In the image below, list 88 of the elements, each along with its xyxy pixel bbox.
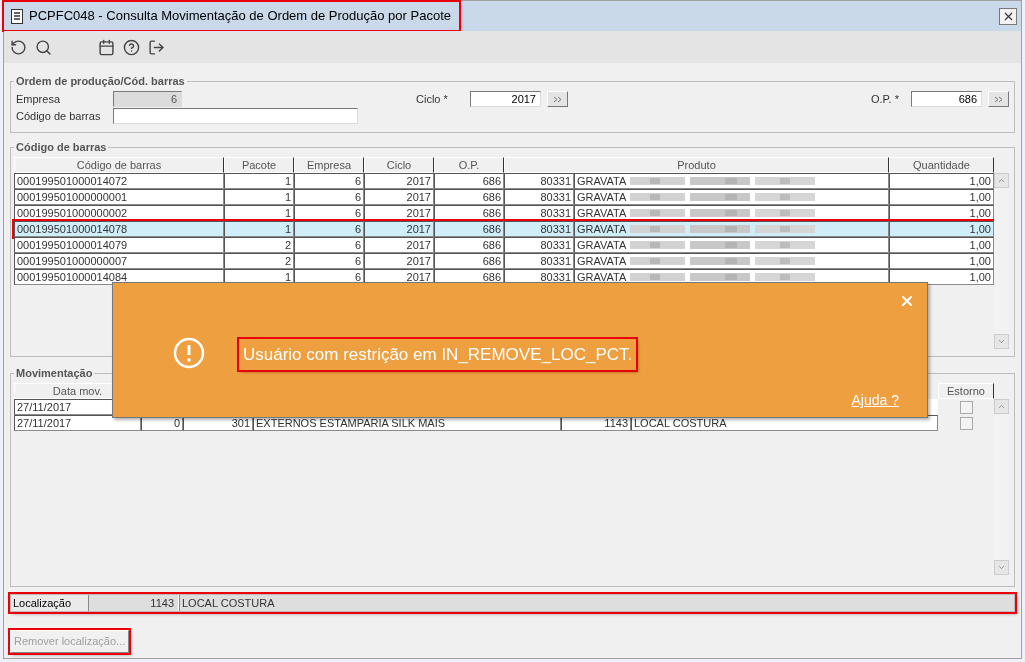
table-cell: 686	[434, 237, 504, 253]
table-cell: 000199501000014079	[14, 237, 224, 253]
table-cell: 2017	[364, 253, 434, 269]
scroll-up-icon	[997, 402, 1006, 411]
column-header[interactable]: Pacote	[224, 157, 294, 173]
help-icon[interactable]	[123, 38, 140, 56]
table-cell: 1,00	[889, 237, 994, 253]
table-cell: 1	[224, 173, 294, 189]
double-arrow-icon	[553, 95, 562, 103]
op-field[interactable]: 686	[911, 91, 982, 107]
checkbox[interactable]	[959, 400, 973, 414]
table-cell: 6	[294, 253, 364, 269]
close-button[interactable]	[999, 7, 1017, 25]
group-title: Movimentação	[14, 366, 95, 380]
table-cell: 1,00	[889, 221, 994, 237]
table-cell: 2	[224, 237, 294, 253]
document-icon	[11, 8, 23, 24]
table-cell: 1	[224, 221, 294, 237]
table-cell: 000199501000014072	[14, 173, 224, 189]
table-row[interactable]: 000199501000014079 2 6 2017 686 80331 GRAVATA 1,00	[14, 237, 994, 253]
calendar-icon[interactable]	[98, 38, 115, 56]
table-row[interactable]: 000199501000014084 1 6 2017 686 80331 GRAVATA 1,00	[14, 269, 994, 285]
column-header[interactable]: Ciclo	[364, 157, 434, 173]
undo-icon[interactable]	[10, 38, 27, 56]
table-cell: 686	[434, 221, 504, 237]
location-code: 1143	[89, 595, 179, 611]
table-cell: 1,00	[889, 253, 994, 269]
table-cell: 80331	[504, 189, 574, 205]
exit-icon[interactable]	[148, 38, 165, 56]
field-label: O.P. *	[871, 91, 900, 107]
table-cell: 2	[224, 253, 294, 269]
table-row[interactable]: 000199501000000001 1 6 2017 686 80331 GRAVATA 1,00	[14, 189, 994, 205]
table-cell: GRAVATA	[574, 253, 889, 269]
table-cell: 000199501000014078	[14, 221, 224, 237]
table-cell: 2017	[364, 237, 434, 253]
barcode-field[interactable]	[113, 108, 358, 124]
scroll-up-icon	[997, 176, 1006, 185]
table-cell: GRAVATA	[574, 173, 889, 189]
column-header[interactable]: Empresa	[294, 157, 364, 173]
scroll-down-icon	[997, 563, 1006, 572]
double-arrow-icon	[994, 95, 1003, 103]
scroll-down-icon	[997, 337, 1006, 346]
alert-icon	[173, 337, 205, 369]
field-label: Código de barras	[16, 108, 102, 124]
column-header[interactable]: O.P.	[434, 157, 504, 173]
group-title: Ordem de produção/Cód. barras	[14, 74, 187, 88]
field-label: Ciclo *	[416, 91, 449, 107]
table-row[interactable]: 000199501000014078 1 6 2017 686 80331 GRAVATA 1,00	[14, 221, 994, 237]
scrollbar[interactable]	[994, 173, 1009, 349]
table-cell: GRAVATA	[574, 189, 889, 205]
table-row[interactable]: 000199501000014072 1 6 2017 686 80331 GRAVATA 1,00	[14, 173, 994, 189]
table-cell: 1	[224, 189, 294, 205]
window-title: PCPFC048 - Consulta Movimentação de Ordem de Produção por Pacote	[4, 2, 459, 30]
table-cell: 2017	[364, 173, 434, 189]
table-cell: 6	[294, 189, 364, 205]
table-cell: 1,00	[889, 189, 994, 205]
table-cell: 80331	[504, 173, 574, 189]
table-cell: 6	[294, 221, 364, 237]
table-cell: 2017	[364, 221, 434, 237]
table-cell: 686	[434, 253, 504, 269]
table-cell: 1,00	[889, 173, 994, 189]
table-row[interactable]: 000199501000000007 2 6 2017 686 80331 GRAVATA 1,00	[14, 253, 994, 269]
column-header[interactable]: Produto	[504, 157, 889, 173]
table-cell: 80331	[504, 237, 574, 253]
column-header[interactable]: Estorno	[938, 383, 994, 399]
table-cell: GRAVATA	[574, 237, 889, 253]
error-message: Usuário com restrição em IN_REMOVE_LOC_PCT.	[239, 339, 637, 370]
table-cell: 80331	[504, 221, 574, 237]
checkbox[interactable]	[959, 416, 973, 430]
column-header[interactable]: Quantidade	[889, 157, 994, 173]
table-cell: 686	[434, 173, 504, 189]
group-title: Código de barras	[14, 140, 109, 154]
table-cell: 80331	[504, 253, 574, 269]
column-header[interactable]: Código de barras	[14, 157, 224, 173]
cycle-field[interactable]: 2017	[470, 91, 541, 107]
table-cell: 6	[294, 173, 364, 189]
location-name: LOCAL COSTURA	[179, 595, 1014, 611]
table-cell: 2017	[364, 189, 434, 205]
table-cell: 000199501000000001	[14, 189, 224, 205]
table-cell: 6	[294, 237, 364, 253]
table-cell: 686	[434, 189, 504, 205]
table-cell: GRAVATA	[574, 221, 889, 237]
location-label: Localização	[11, 595, 89, 611]
table-cell: 000199501000000007	[14, 253, 224, 269]
search-icon[interactable]	[35, 38, 52, 56]
lookup-button[interactable]	[988, 91, 1009, 107]
lookup-button[interactable]	[547, 91, 568, 107]
field-label: Empresa	[16, 91, 62, 107]
